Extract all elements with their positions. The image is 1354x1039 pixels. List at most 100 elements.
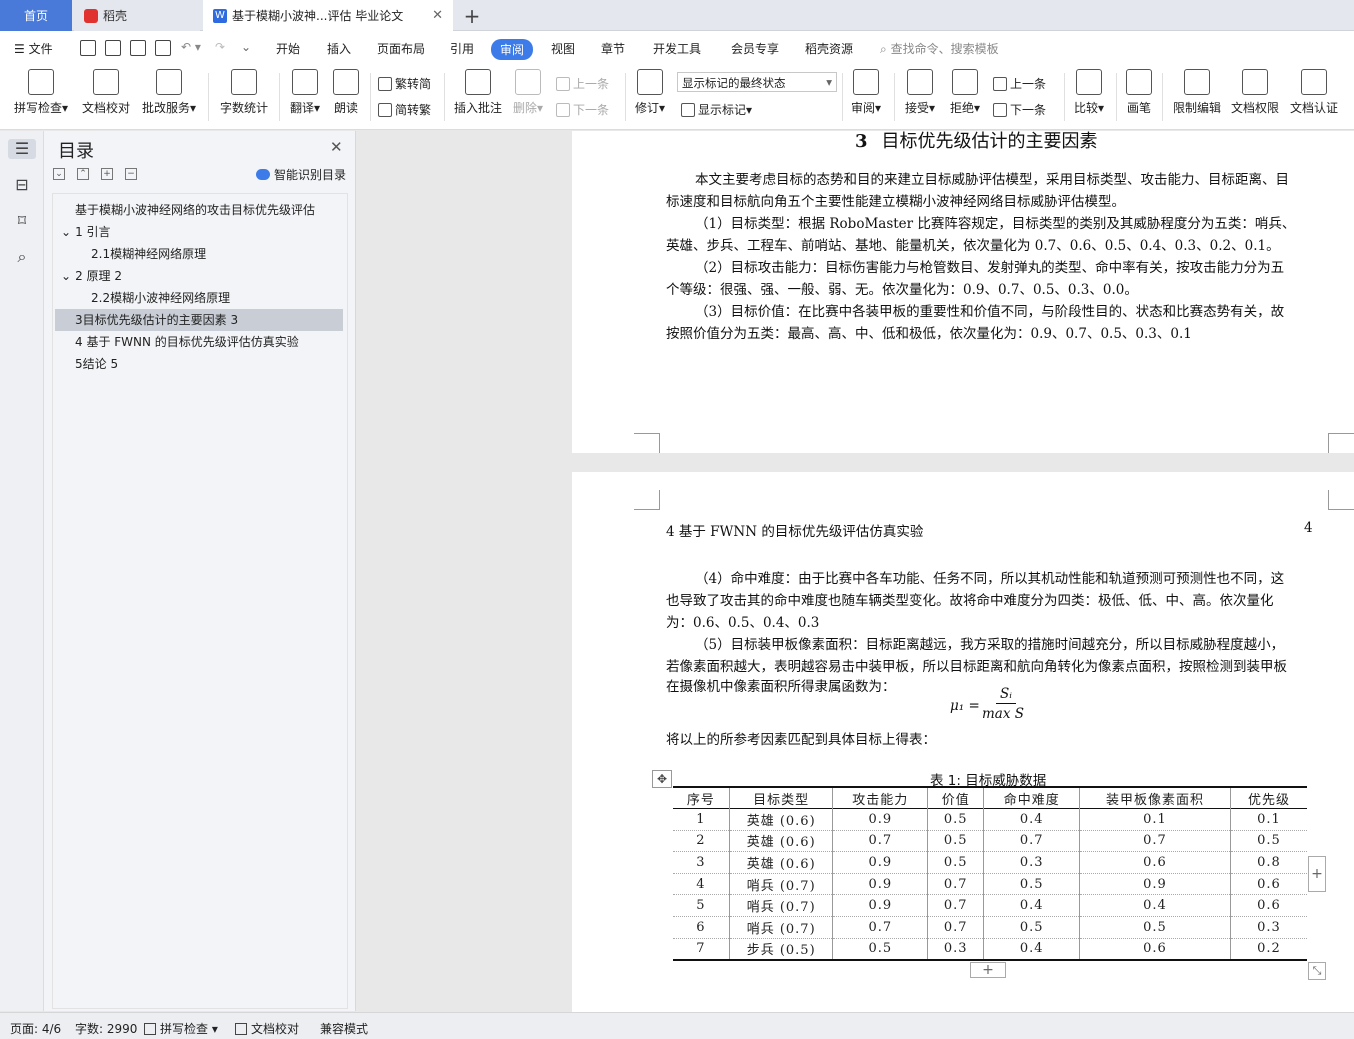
table-cell[interactable]: 0.6 xyxy=(1079,851,1231,874)
command-search[interactable]: ⌕ 查找命令、搜索模板 xyxy=(880,40,999,57)
document-certify-button[interactable]: 文档认证 xyxy=(1289,69,1339,116)
table-cell[interactable]: 0.5 xyxy=(1229,830,1307,852)
table-cell[interactable]: 0.4 xyxy=(983,894,1080,917)
tab-document[interactable]: W 基于模糊小波神...评估 毕业论文 ✕ xyxy=(203,0,453,31)
undo-icon[interactable]: ↶ ▾ xyxy=(181,40,201,54)
table-cell[interactable]: 0.9 xyxy=(832,873,928,895)
table-cell[interactable]: 4 xyxy=(673,873,729,895)
table-move-handle-icon[interactable]: ✥ xyxy=(652,770,672,788)
simp-to-trad-button[interactable]: 简转繁 xyxy=(378,101,431,118)
table-cell[interactable]: 步兵 (0.5) xyxy=(728,938,833,960)
table-cell[interactable]: 0.7 xyxy=(1079,830,1231,852)
toc-item-selected[interactable]: 3目标优先级估计的主要因素 3 xyxy=(55,309,343,331)
trad-to-simp-button[interactable]: 繁转简 xyxy=(378,75,431,92)
menu-member[interactable]: 会员专享 xyxy=(731,40,779,57)
table-cell[interactable]: 7 xyxy=(673,938,729,960)
read-aloud-button[interactable]: 朗读 xyxy=(332,69,360,116)
compare-button[interactable]: 比较▾ xyxy=(1071,69,1107,116)
remove-heading-icon[interactable]: − xyxy=(125,168,137,180)
table-cell[interactable]: 0.1 xyxy=(1079,808,1231,831)
toc-item[interactable]: ⌄ 2 原理 2 xyxy=(55,265,343,287)
word-count-indicator[interactable]: 字数: 2990 xyxy=(75,1020,137,1037)
chevron-down-icon[interactable]: ⌄ xyxy=(61,269,71,283)
spell-check-button[interactable]: 拼写检查▾ xyxy=(12,69,70,116)
menu-review[interactable]: 审阅 xyxy=(491,39,534,60)
table-cell[interactable]: 哨兵 (0.7) xyxy=(728,873,833,895)
review-pane-button[interactable]: 审阅▾ xyxy=(848,69,884,116)
new-tab-button[interactable]: + xyxy=(458,0,486,31)
tab-daoke[interactable]: 稻壳 xyxy=(74,0,200,31)
table-cell[interactable]: 0.3 xyxy=(983,851,1080,874)
table-cell[interactable]: 0.8 xyxy=(1229,851,1307,874)
table-cell[interactable]: 0.4 xyxy=(983,938,1080,960)
page-indicator[interactable]: 页面: 4/6 xyxy=(10,1020,61,1037)
table-cell[interactable]: 0.7 xyxy=(927,894,984,917)
tab-home[interactable]: 首页 xyxy=(0,0,72,31)
table-cell[interactable]: 0.7 xyxy=(832,916,928,939)
status-proofread[interactable]: 文档校对 xyxy=(235,1020,299,1037)
bookmark-icon[interactable]: ⌑ xyxy=(12,211,32,231)
more-chevron-icon[interactable]: ⌄ xyxy=(241,40,251,54)
prev-change-button[interactable]: 上一条 xyxy=(993,75,1046,92)
table-resize-icon[interactable]: ⤡ xyxy=(1308,962,1326,980)
accept-button[interactable]: 接受▾ xyxy=(902,69,938,116)
table-cell[interactable]: 英雄 (0.6) xyxy=(728,851,833,874)
redo-icon[interactable]: ↷ xyxy=(215,40,225,54)
restrict-editing-button[interactable]: 限制编辑 xyxy=(1172,69,1222,116)
table-cell[interactable]: 0.9 xyxy=(1079,873,1231,895)
toc-icon[interactable]: ☰ xyxy=(8,139,36,159)
markup-state-select[interactable]: 显示标记的最终状态 ▾ xyxy=(677,72,837,92)
prev-comment-button[interactable]: 上一条 xyxy=(556,75,609,92)
table-cell[interactable]: 哨兵 (0.7) xyxy=(728,916,833,939)
table-cell[interactable]: 0.9 xyxy=(832,808,928,831)
table-cell[interactable]: 2 xyxy=(673,830,729,852)
table-cell[interactable]: 0.9 xyxy=(832,894,928,917)
close-icon[interactable]: ✕ xyxy=(330,138,343,156)
next-comment-button[interactable]: 下一条 xyxy=(556,101,609,118)
add-column-icon[interactable]: + xyxy=(1308,856,1326,892)
table-cell[interactable]: 0.3 xyxy=(1229,916,1307,939)
table-cell[interactable]: 0.4 xyxy=(983,808,1080,831)
menu-reference[interactable]: 引用 xyxy=(450,40,474,57)
table-cell[interactable]: 0.5 xyxy=(927,808,984,831)
document-permission-button[interactable]: 文档权限 xyxy=(1230,69,1280,116)
table-cell[interactable]: 6 xyxy=(673,917,729,939)
menu-daoke-resources[interactable]: 稻壳资源 xyxy=(805,40,853,57)
insert-comment-button[interactable]: 插入批注 xyxy=(452,69,504,116)
table-cell[interactable]: 0.5 xyxy=(832,938,928,960)
collapse-icon[interactable]: ⌄ xyxy=(53,168,65,180)
smart-toc-button[interactable]: 智能识别目录 xyxy=(256,166,346,183)
table-cell[interactable]: 0.2 xyxy=(1229,938,1307,960)
menu-developer[interactable]: 开发工具 xyxy=(653,40,701,57)
delete-comment-button[interactable]: 删除▾ xyxy=(510,69,546,116)
translate-button[interactable]: 翻译▾ xyxy=(286,69,324,116)
grading-service-button[interactable]: 批改服务▾ xyxy=(140,69,198,116)
status-spell-check[interactable]: 拼写检查 ▾ xyxy=(144,1020,218,1037)
table-cell[interactable]: 英雄 (0.6) xyxy=(728,808,833,831)
menu-view[interactable]: 视图 xyxy=(551,40,575,57)
print-icon[interactable] xyxy=(130,40,146,56)
table-cell[interactable]: 0.5 xyxy=(927,830,984,852)
add-row-icon[interactable]: + xyxy=(970,962,1006,978)
table-cell[interactable]: 0.5 xyxy=(983,873,1080,895)
table-cell[interactable]: 0.1 xyxy=(1229,808,1307,831)
table-cell[interactable]: 0.6 xyxy=(1229,873,1307,895)
table-cell[interactable]: 0.6 xyxy=(1229,894,1307,917)
print-preview-icon[interactable] xyxy=(155,40,171,56)
word-count-button[interactable]: 字数统计 xyxy=(218,69,270,116)
toc-item[interactable]: 5结论 5 xyxy=(55,353,343,375)
tab-close-icon[interactable]: ✕ xyxy=(432,8,443,23)
toc-item[interactable]: ⌄ 1 引言 xyxy=(55,221,343,243)
table-cell[interactable]: 0.4 xyxy=(1079,894,1231,917)
track-changes-button[interactable]: 修订▾ xyxy=(632,69,668,116)
table-cell[interactable]: 5 xyxy=(673,895,729,917)
table-cell[interactable]: 英雄 (0.6) xyxy=(728,830,833,852)
toc-item[interactable]: 4 基于 FWNN 的目标优先级评估仿真实验 xyxy=(55,331,343,353)
table-cell[interactable]: 0.7 xyxy=(832,830,928,852)
navigation-icon[interactable]: ⊟ xyxy=(12,175,32,195)
chevron-down-icon[interactable]: ⌄ xyxy=(61,225,71,239)
table-cell[interactable]: 0.7 xyxy=(927,873,984,895)
table-cell[interactable]: 0.7 xyxy=(983,830,1080,852)
menu-insert[interactable]: 插入 xyxy=(327,40,351,57)
table-cell[interactable]: 0.5 xyxy=(983,916,1080,939)
